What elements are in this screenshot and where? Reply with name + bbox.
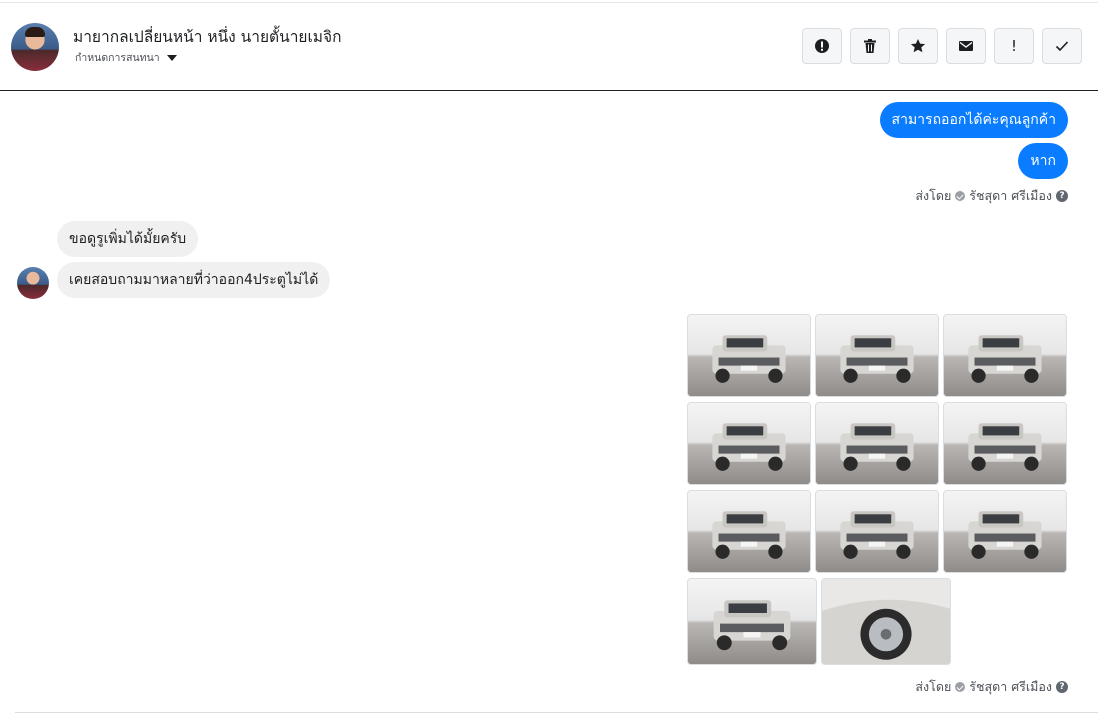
star-button[interactable] <box>898 28 938 64</box>
exclamation-icon: ! <box>1010 37 1017 55</box>
incoming-message[interactable]: เคยสอบถามมาหลายที่ว่าออก4ประตูไม่ได้ <box>57 262 331 298</box>
envelope-icon <box>959 41 973 51</box>
help-icon[interactable]: ? <box>1056 190 1068 202</box>
incoming-message[interactable]: ขอดูรูเพิ่มได้มั้ยครับ <box>57 221 199 257</box>
agent-name: รัชสุดา ศรีเมือง <box>969 679 1052 694</box>
mark-spam-button[interactable] <box>802 28 842 64</box>
photo-thumbnail[interactable] <box>815 402 939 485</box>
alert-circle-icon <box>815 39 829 53</box>
photo-thumbnail[interactable] <box>943 314 1067 397</box>
photo-thumbnail[interactable] <box>815 490 939 573</box>
photo-thumbnail[interactable] <box>815 314 939 397</box>
photo-thumbnail[interactable] <box>821 578 951 665</box>
outgoing-message[interactable]: หาก <box>1018 143 1068 179</box>
check-icon <box>1055 41 1069 52</box>
mark-done-button[interactable] <box>1042 28 1082 64</box>
photo-thumbnail[interactable] <box>943 490 1067 573</box>
photo-thumbnail[interactable] <box>687 578 817 665</box>
caret-down-icon <box>166 54 177 61</box>
sent-by-info: ส่งโดย รัชสุดา ศรีเมือง ? <box>915 186 1068 206</box>
mark-unread-button[interactable] <box>946 28 986 64</box>
star-icon <box>910 39 926 53</box>
sent-by-info: ส่งโดย รัชสุดา ศรีเมือง ? <box>915 677 1068 697</box>
photo-thumbnail[interactable] <box>687 490 811 573</box>
agent-name: รัชสุดา ศรีเมือง <box>969 188 1052 203</box>
schedule-label: กำหนดการสนทนา <box>75 52 160 64</box>
contact-name[interactable]: มายากลเปลี่ยนหน้า หนึ่ง นายตั้นายเมจิก <box>73 24 341 49</box>
verified-icon <box>955 191 966 201</box>
conversation-schedule-dropdown[interactable]: กำหนดการสนทนา <box>75 49 177 66</box>
outgoing-message[interactable]: สามารถออกได้ค่ะคุณลูกค้า <box>879 102 1068 138</box>
priority-button[interactable]: ! <box>994 28 1034 64</box>
contact-avatar[interactable] <box>11 23 59 71</box>
trash-icon <box>864 39 876 53</box>
conversation-header: มายากลเปลี่ยนหน้า หนึ่ง นายตั้นายเมจิก ก… <box>0 0 1098 91</box>
sent-by-prefix: ส่งโดย <box>915 188 952 203</box>
photo-thumbnail[interactable] <box>943 402 1067 485</box>
help-icon[interactable]: ? <box>1056 681 1068 693</box>
delete-button[interactable] <box>850 28 890 64</box>
composer-divider <box>15 712 1098 713</box>
photo-thumbnail[interactable] <box>687 314 811 397</box>
sent-by-prefix: ส่งโดย <box>915 679 952 694</box>
verified-icon <box>955 682 966 692</box>
photo-thumbnail[interactable] <box>687 402 811 485</box>
sender-avatar[interactable] <box>17 267 49 299</box>
